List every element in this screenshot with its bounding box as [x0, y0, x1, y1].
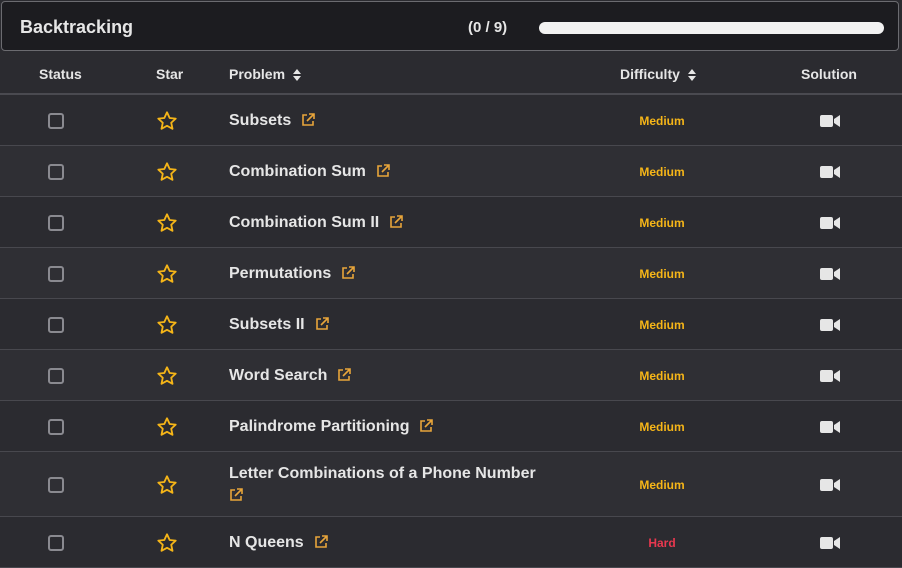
video-icon[interactable]: [820, 216, 840, 230]
external-link-icon[interactable]: [337, 368, 352, 382]
star-icon[interactable]: [156, 416, 178, 438]
problem-link[interactable]: Word Search: [229, 365, 352, 387]
table-row: Subsets Medium: [0, 95, 902, 146]
table-row: Palindrome Partitioning Medium: [0, 401, 902, 452]
star-icon[interactable]: [156, 532, 178, 554]
problem-name[interactable]: Subsets II: [229, 316, 305, 333]
table-body: Subsets Medium Combination Sum Medium Combin…: [0, 95, 902, 568]
status-checkbox[interactable]: [48, 367, 64, 384]
problems-table: Status Star Problem Difficulty Solution …: [0, 55, 902, 568]
sort-icon[interactable]: [687, 69, 696, 82]
star-icon[interactable]: [156, 365, 178, 387]
progress-count: (0 / 9): [468, 19, 508, 36]
external-link-icon[interactable]: [301, 113, 316, 127]
table-row: Permutations Medium: [0, 248, 902, 299]
status-checkbox[interactable]: [48, 112, 64, 129]
status-checkbox[interactable]: [48, 316, 64, 333]
difficulty-badge: Hard: [648, 535, 676, 550]
column-problem[interactable]: Problem: [229, 66, 302, 82]
column-solution: Solution: [801, 66, 857, 82]
sort-icon[interactable]: [293, 69, 302, 82]
problem-name[interactable]: Palindrome Partitioning: [229, 418, 409, 435]
external-link-icon[interactable]: [419, 419, 434, 433]
difficulty-badge: Medium: [639, 368, 685, 383]
difficulty-badge: Medium: [639, 266, 685, 281]
star-icon[interactable]: [156, 212, 178, 234]
external-link-icon[interactable]: [341, 266, 356, 280]
difficulty-badge: Medium: [639, 215, 685, 230]
external-link-icon[interactable]: [376, 164, 390, 178]
video-icon[interactable]: [820, 165, 840, 179]
column-star: Star: [156, 66, 184, 82]
problem-link[interactable]: Palindrome Partitioning: [229, 416, 434, 438]
column-difficulty[interactable]: Difficulty: [620, 66, 696, 82]
problem-name[interactable]: Word Search: [229, 367, 327, 384]
problem-link[interactable]: Subsets II: [229, 314, 329, 336]
video-icon[interactable]: [820, 369, 840, 383]
star-icon[interactable]: [156, 314, 178, 336]
table-header: Status Star Problem Difficulty Solution: [0, 55, 902, 95]
star-icon[interactable]: [156, 161, 178, 183]
difficulty-badge: Medium: [639, 477, 685, 492]
problem-link[interactable]: Subsets: [229, 110, 316, 132]
problem-name[interactable]: Subsets: [229, 112, 291, 129]
problem-name[interactable]: Letter Combinations of a Phone Number: [229, 465, 536, 482]
problem-link[interactable]: Combination Sum: [229, 161, 390, 183]
external-link-icon[interactable]: [389, 215, 404, 229]
video-icon[interactable]: [820, 318, 840, 332]
status-checkbox[interactable]: [48, 214, 64, 231]
star-icon[interactable]: [156, 263, 178, 285]
status-checkbox[interactable]: [48, 418, 64, 435]
section-header[interactable]: Backtracking (0 / 9): [1, 1, 899, 51]
table-row: Letter Combinations of a Phone Number Med…: [0, 452, 902, 517]
difficulty-badge: Medium: [639, 419, 685, 434]
video-icon[interactable]: [820, 536, 840, 550]
status-checkbox[interactable]: [48, 534, 64, 551]
status-checkbox[interactable]: [48, 476, 64, 493]
column-problem-label: Problem: [229, 66, 286, 82]
status-checkbox[interactable]: [48, 163, 64, 180]
external-link-icon[interactable]: [315, 317, 329, 331]
video-icon[interactable]: [820, 478, 840, 492]
external-link-icon[interactable]: [314, 535, 328, 549]
problem-name[interactable]: Combination Sum II: [229, 214, 379, 231]
problem-link[interactable]: Letter Combinations of a Phone Number: [229, 463, 559, 507]
video-icon[interactable]: [820, 267, 840, 281]
problem-link[interactable]: Combination Sum II: [229, 212, 404, 234]
table-row: Combination Sum Medium: [0, 146, 902, 197]
star-icon[interactable]: [156, 474, 178, 496]
problem-link[interactable]: N Queens: [229, 532, 328, 554]
table-row: Combination Sum II Medium: [0, 197, 902, 248]
table-row: N Queens Hard: [0, 517, 902, 568]
video-icon[interactable]: [820, 420, 840, 434]
column-difficulty-label: Difficulty: [620, 66, 680, 82]
status-checkbox[interactable]: [48, 265, 64, 282]
table-row: Word Search Medium: [0, 350, 902, 401]
column-status: Status: [39, 66, 82, 82]
external-link-icon[interactable]: [229, 488, 243, 502]
problem-link[interactable]: Permutations: [229, 263, 356, 285]
difficulty-badge: Medium: [639, 317, 685, 332]
difficulty-badge: Medium: [639, 164, 685, 179]
problem-name[interactable]: Permutations: [229, 265, 331, 282]
section-title: Backtracking: [20, 17, 134, 37]
progress-bar: [539, 22, 884, 34]
table-row: Subsets II Medium: [0, 299, 902, 350]
problem-name[interactable]: N Queens: [229, 534, 304, 551]
star-icon[interactable]: [156, 110, 178, 132]
video-icon[interactable]: [820, 114, 840, 128]
problem-name[interactable]: Combination Sum: [229, 163, 366, 180]
difficulty-badge: Medium: [639, 113, 685, 128]
